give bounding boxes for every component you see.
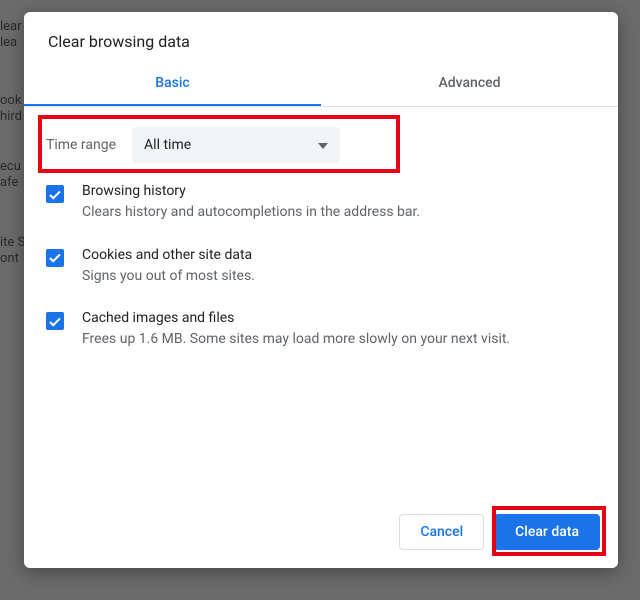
option-cache: Cached images and files Frees up 1.6 MB.… [46, 296, 596, 360]
option-browsing-history: Browsing history Clears history and auto… [46, 169, 596, 233]
option-cookies: Cookies and other site data Signs you ou… [46, 233, 596, 297]
check-icon [49, 248, 61, 267]
checkbox-cookies[interactable] [46, 249, 64, 267]
check-icon [49, 312, 61, 331]
cancel-button-label: Cancel [420, 524, 463, 540]
time-range-label: Time range [46, 137, 116, 153]
tab-basic-label: Basic [155, 75, 189, 91]
tab-bar: Basic Advanced [24, 63, 618, 107]
time-range-value: All time [144, 137, 191, 153]
time-range-select[interactable]: All time [132, 127, 340, 163]
option-desc: Signs you out of most sites. [82, 267, 255, 287]
dialog-footer: Cancel Clear data [24, 500, 618, 568]
option-title: Cookies and other site data [82, 247, 255, 263]
chevron-down-icon [318, 137, 328, 153]
checkbox-cache[interactable] [46, 312, 64, 330]
dialog-content: Time range All time Browsing history Cle… [24, 107, 618, 500]
option-text: Browsing history Clears history and auto… [82, 183, 420, 223]
cancel-button[interactable]: Cancel [399, 514, 484, 550]
option-desc: Frees up 1.6 MB. Some sites may load mor… [82, 330, 510, 350]
tab-basic[interactable]: Basic [24, 63, 321, 106]
option-title: Browsing history [82, 183, 420, 199]
option-text: Cached images and files Frees up 1.6 MB.… [82, 310, 510, 350]
tab-advanced[interactable]: Advanced [321, 63, 618, 106]
dialog-title: Clear browsing data [24, 12, 618, 63]
clear-data-button-label: Clear data [515, 524, 579, 540]
option-desc: Clears history and autocompletions in th… [82, 203, 420, 223]
option-text: Cookies and other site data Signs you ou… [82, 247, 255, 287]
check-icon [49, 185, 61, 204]
checkbox-browsing-history[interactable] [46, 185, 64, 203]
clear-browsing-data-dialog: Clear browsing data Basic Advanced Time … [24, 12, 618, 568]
option-title: Cached images and files [82, 310, 510, 326]
tab-advanced-label: Advanced [438, 75, 500, 91]
clear-data-button[interactable]: Clear data [494, 514, 600, 550]
time-range-row: Time range All time [46, 121, 596, 169]
